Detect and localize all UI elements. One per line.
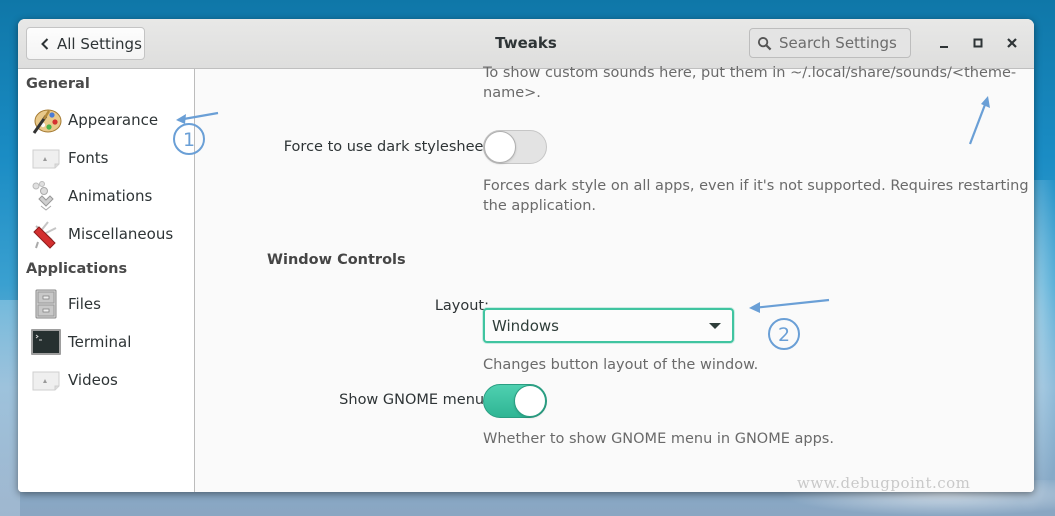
dark-stylesheet-description: Forces dark style on all apps, even if i…	[483, 176, 1029, 216]
fonts-icon	[30, 142, 62, 174]
sidebar: General Appearance Fonts Animations Misc…	[18, 69, 195, 492]
sidebar-item-animations[interactable]: Animations	[30, 179, 152, 213]
search-settings-input[interactable]: Search Settings	[749, 28, 911, 58]
description-line: Forces dark style on all apps, even if i…	[483, 178, 1029, 194]
layout-dropdown[interactable]: Windows	[483, 308, 734, 343]
dropdown-arrow-icon	[709, 323, 721, 329]
sidebar-item-videos[interactable]: Videos	[30, 363, 118, 397]
layout-description: Changes button layout of the window.	[483, 357, 759, 373]
search-icon	[757, 36, 772, 50]
layout-label: Layout:	[434, 298, 489, 314]
description-line: the application.	[483, 198, 596, 214]
wallpaper-edge	[0, 300, 20, 516]
sidebar-item-label: Fonts	[68, 149, 109, 167]
sidebar-item-label: Terminal	[68, 333, 132, 351]
close-icon	[1007, 38, 1017, 48]
minimize-icon	[940, 46, 948, 48]
maximize-icon	[973, 38, 983, 48]
layout-selected-value: Windows	[492, 316, 559, 335]
sidebar-heading-general: General	[26, 76, 90, 92]
maximize-button[interactable]	[970, 35, 986, 51]
tweaks-window: All Settings Tweaks Search Settings Gene…	[18, 19, 1034, 492]
switch-knob	[514, 385, 546, 417]
gnome-menu-description: Whether to show GNOME menu in GNOME apps…	[483, 431, 834, 447]
switch-knob	[484, 131, 516, 163]
gnome-menu-switch[interactable]	[483, 384, 547, 418]
sidebar-item-fonts[interactable]: Fonts	[30, 141, 108, 175]
header-bar: All Settings Tweaks Search Settings	[18, 19, 1034, 69]
palette-icon	[30, 104, 62, 136]
sounds-description: To show custom sounds here, put them in …	[483, 63, 1016, 103]
search-placeholder: Search Settings	[779, 34, 897, 52]
sidebar-item-label: Videos	[68, 371, 118, 389]
sidebar-item-appearance[interactable]: Appearance	[30, 103, 158, 137]
gnome-menu-label: Show GNOME menu:	[339, 392, 489, 408]
settings-panel: To show custom sounds here, put them in …	[195, 65, 1034, 492]
sounds-description-line: To show custom sounds here, put them in …	[483, 65, 1017, 81]
swiss-knife-icon	[30, 218, 62, 250]
sidebar-item-files[interactable]: Files	[30, 287, 101, 321]
sidebar-item-miscellaneous[interactable]: Miscellaneous	[30, 217, 173, 251]
terminal-icon	[30, 326, 62, 358]
dark-stylesheet-switch[interactable]	[483, 130, 547, 164]
sidebar-item-label: Miscellaneous	[68, 225, 174, 243]
animations-icon	[30, 180, 62, 212]
sidebar-item-label: Appearance	[68, 111, 159, 129]
sidebar-heading-applications: Applications	[26, 261, 128, 277]
sidebar-item-terminal[interactable]: Terminal	[30, 325, 131, 359]
file-cabinet-icon	[30, 288, 62, 320]
sidebar-item-label: Files	[68, 295, 101, 313]
sounds-description-line: name>.	[483, 85, 541, 101]
dark-stylesheet-label: Force to use dark stylesheet:	[283, 139, 494, 155]
sidebar-item-label: Animations	[68, 187, 153, 205]
videos-icon	[30, 364, 62, 396]
close-button[interactable]	[1004, 35, 1020, 51]
window-controls-heading: Window Controls	[267, 252, 406, 268]
watermark: www.debugpoint.com	[797, 474, 971, 492]
minimize-button[interactable]	[936, 35, 952, 51]
